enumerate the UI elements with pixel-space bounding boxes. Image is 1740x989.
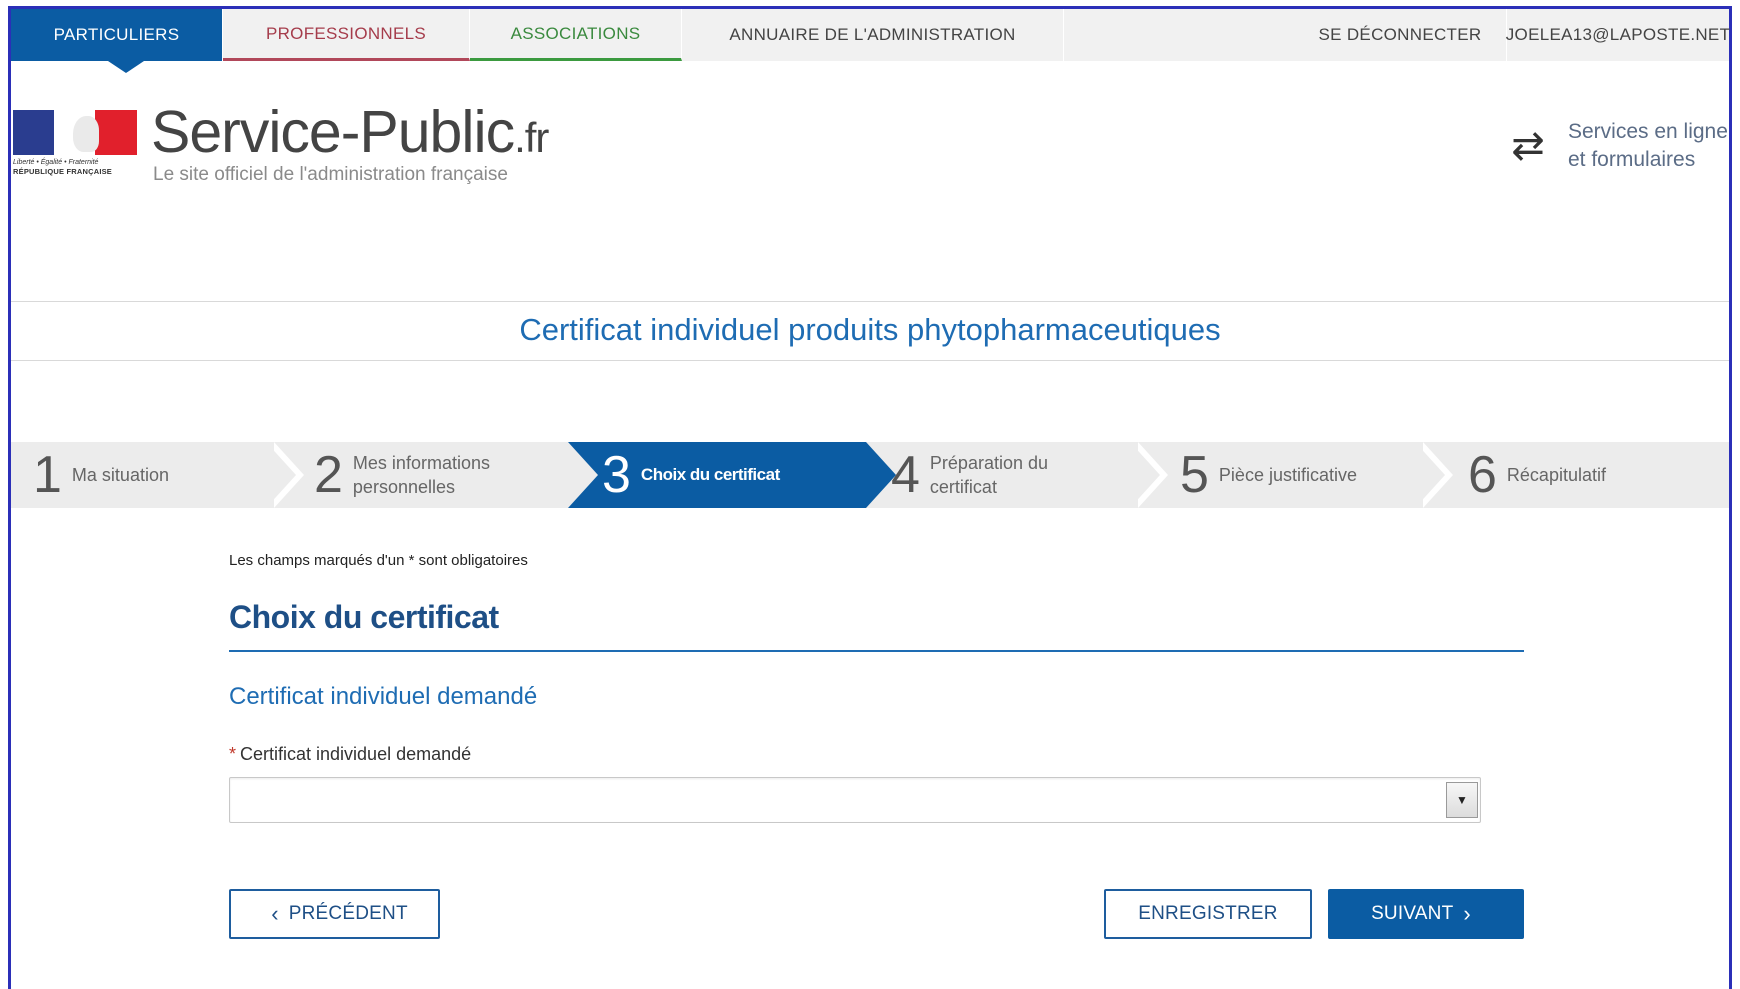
brand-tld: .fr (514, 114, 549, 161)
required-fields-note: Les champs marqués d'un * sont obligatoi… (229, 552, 528, 569)
chevron-right-icon: › (1463, 901, 1471, 926)
active-step-notch (568, 442, 598, 508)
previous-button[interactable]: ‹ PRÉCÉDENT (229, 889, 440, 939)
save-label: ENREGISTRER (1138, 903, 1278, 924)
next-button[interactable]: SUIVANT › (1328, 889, 1524, 939)
step-label: Choix du certificat (640, 465, 780, 484)
step-4: 4 Préparation du certificat (891, 442, 1048, 508)
step-number: 6 (1468, 446, 1497, 504)
step-label: Préparation du certificat (929, 453, 1049, 497)
required-star: * (229, 744, 237, 764)
progress-stepper: 1 Ma situation 2 Mes informations personn… (11, 442, 1729, 508)
step-2: 2 Mes informations personnelles (314, 442, 490, 508)
certificat-select[interactable]: ▼ (229, 777, 1481, 823)
page-title: Certificat individuel produits phytophar… (519, 312, 1221, 347)
nav-particuliers[interactable]: PARTICULIERS (11, 9, 223, 73)
step-separator (266, 442, 296, 508)
section-title: Choix du certificat (229, 599, 499, 635)
logo-caption: Liberté • Égalité • Fraternité RÉPUBLIQU… (13, 158, 137, 176)
certificat-field-label: * Certificat individuel demandé (229, 744, 471, 765)
step-1: 1 Ma situation (33, 442, 169, 508)
section-divider (229, 650, 1524, 652)
nav-associations[interactable]: ASSOCIATIONS (470, 9, 682, 61)
brand-name: Service-Public (151, 99, 515, 165)
title-divider-bottom (11, 360, 1729, 361)
step-label: Récapitulatif (1506, 465, 1606, 485)
step-number: 2 (314, 446, 343, 504)
services-line1: Services en ligne (1568, 120, 1728, 143)
title-divider-top (11, 301, 1729, 302)
step-label: Mes informations personnelles (352, 453, 490, 497)
step-number: 3 (602, 446, 631, 504)
top-navigation: PARTICULIERS PROFESSIONNELS ASSOCIATIONS… (11, 9, 1730, 73)
site-brand[interactable]: Service-Public.fr (151, 98, 549, 166)
marianne-logo[interactable] (13, 110, 137, 155)
step-separator (1130, 442, 1160, 508)
subsection-title: Certificat individuel demandé (229, 683, 538, 710)
step-number: 1 (33, 446, 62, 504)
step-3: 3 Choix du certificat (602, 442, 780, 508)
step-label: Pièce justificative (1218, 465, 1357, 485)
step-separator (1415, 442, 1445, 508)
nav-professionnels[interactable]: PROFESSIONNELS (223, 9, 470, 61)
nav-annuaire[interactable]: ANNUAIRE DE L'ADMINISTRATION (682, 9, 1064, 61)
previous-label: PRÉCÉDENT (288, 903, 408, 924)
step-label: Ma situation (71, 465, 169, 485)
logo-republique: RÉPUBLIQUE FRANÇAISE (13, 167, 113, 176)
services-line2: et formulaires (1568, 148, 1696, 171)
nav-user-account[interactable]: JOELEA13@LAPOSTE.NET (1506, 9, 1730, 61)
services-en-ligne-link[interactable]: ⇄ Services en ligne et formulaires (1500, 118, 1728, 174)
step-6: 6 Récapitulatif (1468, 442, 1606, 508)
chevron-left-icon: ‹ (271, 901, 279, 926)
certificat-label-text: Certificat individuel demandé (240, 744, 472, 764)
nav-logout[interactable]: SE DÉCONNECTER (1294, 9, 1507, 61)
step-number: 5 (1180, 446, 1209, 504)
swap-arrows-icon: ⇄ (1511, 124, 1545, 168)
save-button[interactable]: ENREGISTRER (1104, 889, 1312, 939)
dropdown-arrow-icon[interactable]: ▼ (1446, 782, 1478, 818)
step-5: 5 Pièce justificative (1180, 442, 1357, 508)
logo-motto: Liberté • Égalité • Fraternité (13, 159, 99, 166)
step-number: 4 (891, 446, 920, 504)
next-label: SUIVANT (1371, 903, 1454, 924)
site-tagline: Le site officiel de l'administration fra… (153, 164, 508, 185)
